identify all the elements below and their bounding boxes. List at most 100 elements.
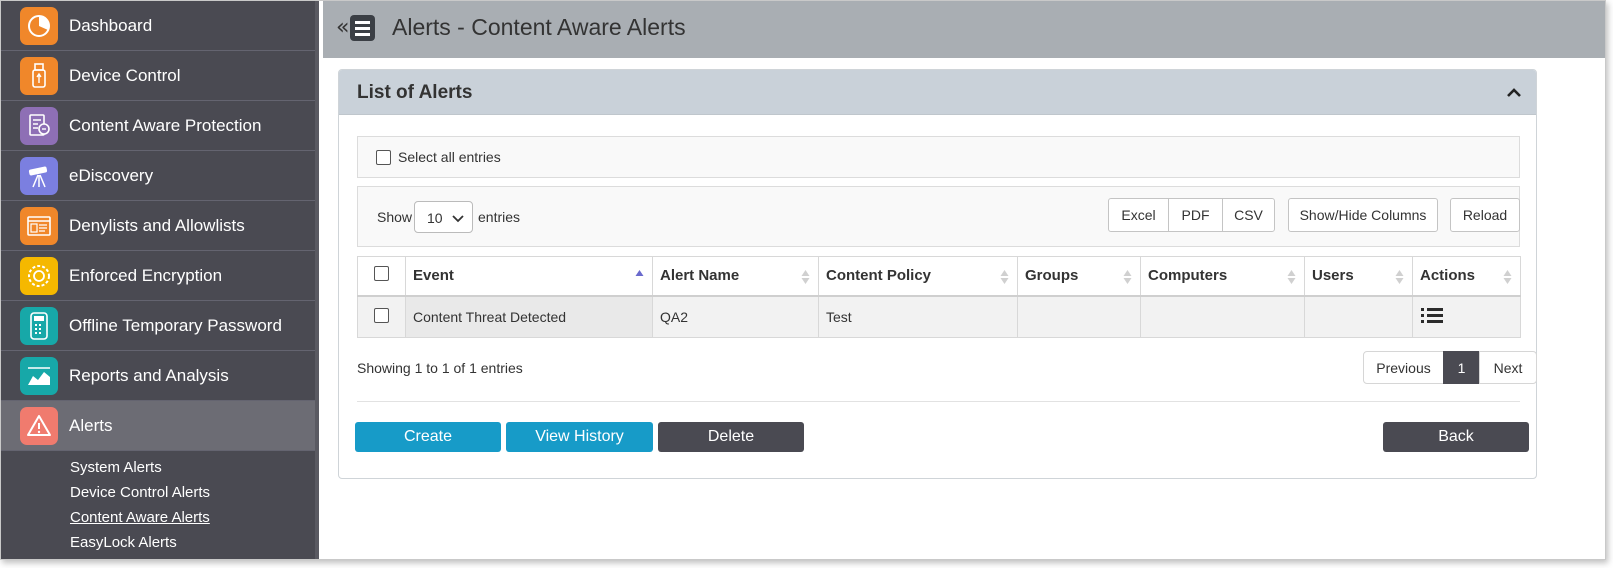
column-label: Alert Name	[660, 267, 740, 285]
column-label: Actions	[1420, 267, 1476, 285]
sidebar-item-label: Reports and Analysis	[69, 365, 229, 385]
sort-ascending-icon	[635, 270, 644, 276]
column-label: Event	[413, 267, 454, 285]
header-select-cell	[357, 256, 406, 296]
column-label: Content Policy	[826, 267, 932, 285]
submenu-item-content-aware-alerts[interactable]: Content Aware Alerts	[1, 505, 315, 530]
column-header-groups[interactable]: Groups	[1017, 256, 1141, 296]
select-all-checkbox[interactable]	[376, 149, 391, 165]
sidebar-item-label: Device Control	[69, 65, 181, 85]
pagination-page-1[interactable]: 1	[1443, 351, 1480, 384]
sidebar: Dashboard Device Control Content Aware P…	[1, 1, 319, 559]
app-window: Dashboard Device Control Content Aware P…	[0, 0, 1606, 560]
sidebar-item-offline-temporary-password[interactable]: Offline Temporary Password	[1, 301, 315, 351]
column-header-alert-name[interactable]: Alert Name	[652, 256, 819, 296]
chart-area-icon	[20, 357, 58, 395]
view-history-button[interactable]: View History	[506, 422, 653, 452]
row-select-cell	[357, 295, 406, 338]
delete-button[interactable]: Delete	[658, 422, 804, 452]
cell-event: Content Threat Detected	[405, 295, 653, 338]
telescope-icon	[20, 157, 58, 195]
alerts-table: Event Alert Name Content Policy Groups C…	[357, 256, 1521, 338]
cell-users	[1304, 295, 1413, 338]
alerts-panel: List of Alerts Select all entries Show 1…	[338, 69, 1537, 479]
pagination-previous-button[interactable]: Previous	[1363, 351, 1444, 384]
export-excel-button[interactable]: Excel	[1108, 198, 1169, 232]
column-header-event[interactable]: Event	[405, 256, 653, 296]
panel-title: List of Alerts	[357, 82, 473, 103]
pagination-next-button[interactable]: Next	[1479, 351, 1537, 384]
column-header-computers[interactable]: Computers	[1140, 256, 1305, 296]
create-button[interactable]: Create	[355, 422, 501, 452]
usb-drive-icon	[20, 57, 58, 95]
page-size-select[interactable]: 10	[414, 201, 473, 233]
submenu-item-label: System Alerts	[70, 459, 162, 476]
column-label: Groups	[1025, 267, 1079, 285]
chevron-up-icon	[1507, 88, 1521, 97]
cell-computers	[1140, 295, 1305, 338]
sidebar-item-enforced-encryption[interactable]: Enforced Encryption	[1, 251, 315, 301]
sort-icon	[1000, 270, 1009, 284]
sidebar-item-label: Dashboard	[69, 15, 153, 35]
submenu-item-label: EasyLock Alerts	[70, 534, 177, 551]
alerts-table-container: Event Alert Name Content Policy Groups C…	[357, 256, 1521, 338]
page-title: Alerts - Content Aware Alerts	[392, 14, 686, 40]
column-label: Computers	[1148, 267, 1228, 285]
page-size-value: 10	[427, 210, 443, 226]
export-button-group: Excel PDF CSV	[1108, 198, 1275, 232]
sidebar-item-label: Offline Temporary Password	[69, 315, 282, 335]
row-actions-menu-icon[interactable]	[1420, 306, 1444, 324]
row-select-checkbox[interactable]	[374, 307, 389, 323]
table-header-row: Event Alert Name Content Policy Groups C…	[357, 256, 1521, 296]
sidebar-item-dashboard[interactable]: Dashboard	[1, 1, 315, 51]
reload-button[interactable]: Reload	[1450, 198, 1520, 232]
sort-icon	[1287, 270, 1296, 284]
entries-label: entries	[478, 209, 521, 225]
column-header-users[interactable]: Users	[1304, 256, 1413, 296]
table-row[interactable]: Content Threat Detected QA2 Test	[357, 295, 1521, 338]
keypad-icon	[20, 307, 58, 345]
collapse-panel-button[interactable]	[1504, 82, 1524, 102]
export-csv-button[interactable]: CSV	[1222, 198, 1275, 232]
cell-actions	[1412, 295, 1521, 338]
list-window-icon	[20, 207, 58, 245]
submenu-item-label: Device Control Alerts	[70, 484, 211, 501]
sidebar-item-reports-analysis[interactable]: Reports and Analysis	[1, 351, 315, 401]
sidebar-toggle-button[interactable]: «	[336, 15, 376, 41]
sort-icon	[1395, 270, 1404, 284]
table-info: Showing 1 to 1 of 1 entries	[357, 360, 523, 376]
sidebar-item-content-aware-protection[interactable]: Content Aware Protection	[1, 101, 315, 151]
submenu-item-system-alerts[interactable]: System Alerts	[1, 455, 315, 480]
column-header-actions[interactable]: Actions	[1412, 256, 1521, 296]
hamburger-menu-icon	[350, 15, 376, 41]
select-all-label: Select all entries	[398, 149, 501, 165]
sidebar-item-label: eDiscovery	[69, 165, 154, 185]
cell-groups	[1017, 295, 1141, 338]
sidebar-item-label: Content Aware Protection	[69, 115, 262, 135]
sidebar-item-alerts[interactable]: Alerts	[1, 401, 315, 451]
cell-content-policy: Test	[818, 295, 1018, 338]
alerts-submenu: System Alerts Device Control Alerts Cont…	[1, 451, 315, 555]
page-header: « Alerts - Content Aware Alerts	[323, 1, 1605, 58]
header-select-checkbox[interactable]	[374, 266, 389, 282]
submenu-item-label: Content Aware Alerts	[70, 509, 210, 526]
document-scan-icon	[20, 107, 58, 145]
sidebar-item-label: Alerts	[69, 415, 113, 435]
column-header-content-policy[interactable]: Content Policy	[818, 256, 1018, 296]
export-pdf-button[interactable]: PDF	[1168, 198, 1223, 232]
warning-triangle-icon	[20, 407, 58, 445]
back-button[interactable]: Back	[1383, 422, 1529, 452]
table-toolbar: Show 10 entries Excel PDF CSV Show/Hide …	[357, 186, 1520, 247]
double-chevron-left-icon: «	[336, 15, 350, 40]
submenu-item-easylock-alerts[interactable]: EasyLock Alerts	[1, 530, 315, 555]
dashboard-pie-icon	[20, 7, 58, 45]
sidebar-item-label: Denylists and Allowlists	[69, 215, 245, 235]
chevron-down-icon	[452, 215, 464, 223]
panel-header: List of Alerts	[339, 70, 1536, 115]
sidebar-item-device-control[interactable]: Device Control	[1, 51, 315, 101]
show-hide-columns-button[interactable]: Show/Hide Columns	[1288, 198, 1438, 232]
sidebar-item-denylists-allowlists[interactable]: Denylists and Allowlists	[1, 201, 315, 251]
divider	[357, 401, 1520, 402]
submenu-item-device-control-alerts[interactable]: Device Control Alerts	[1, 480, 315, 505]
sidebar-item-ediscovery[interactable]: eDiscovery	[1, 151, 315, 201]
